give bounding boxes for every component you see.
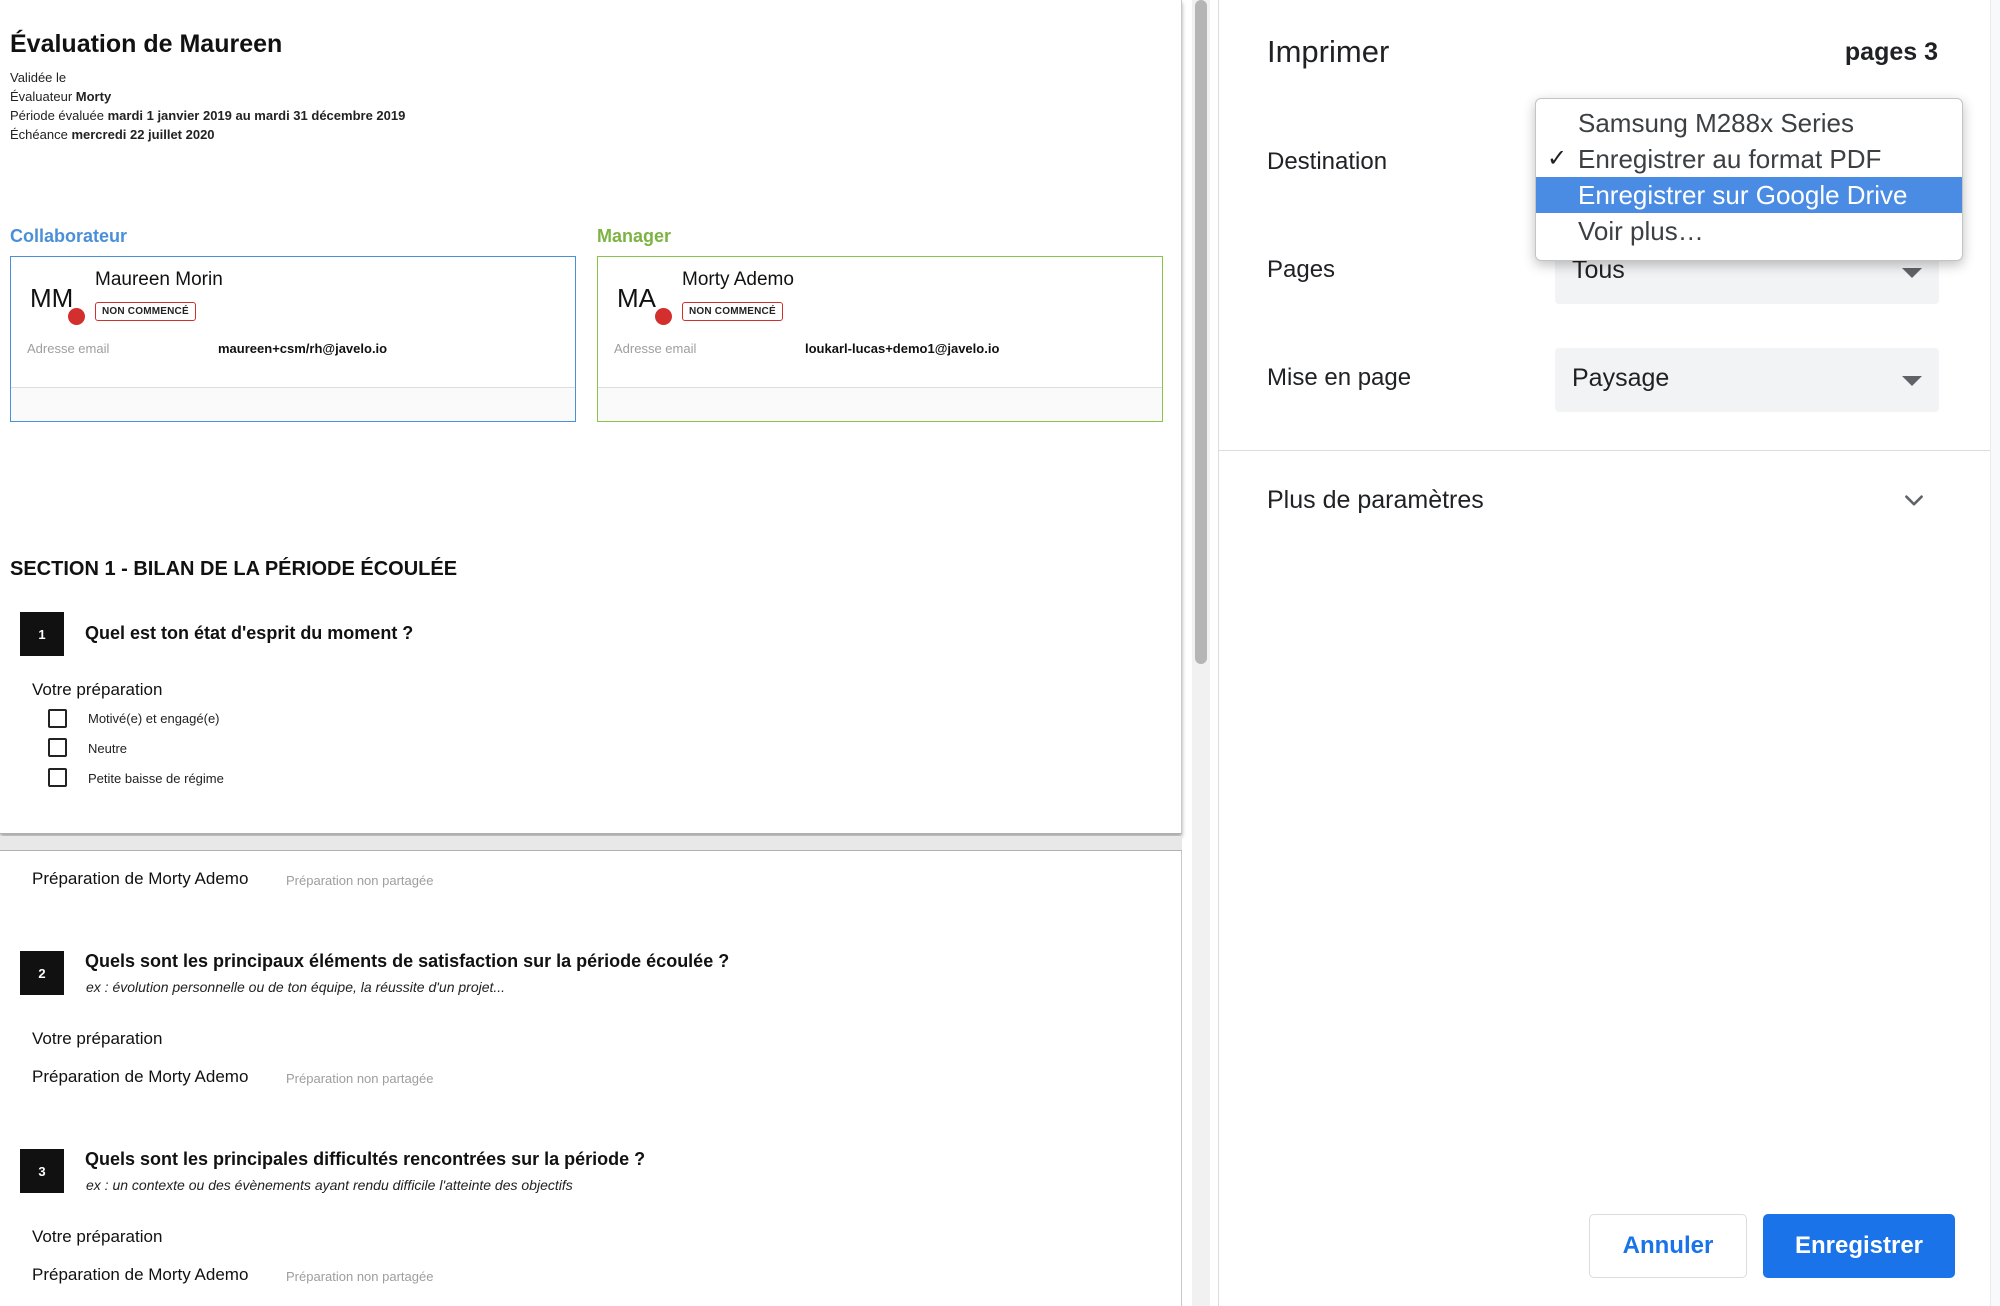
save-button[interactable]: Enregistrer bbox=[1763, 1214, 1955, 1278]
destination-label: Destination bbox=[1267, 148, 1388, 175]
manager-role-label: Manager bbox=[597, 226, 672, 246]
layout-select[interactable]: Paysage bbox=[1555, 348, 1939, 412]
validated-label: Validée le bbox=[10, 70, 67, 85]
manager-status-dot bbox=[655, 308, 672, 325]
deadline-line: Échéance mercredi 22 juillet 2020 bbox=[10, 127, 215, 142]
collaborator-avatar: MM bbox=[30, 283, 74, 313]
destination-option-samsung[interactable]: Samsung M288x Series bbox=[1536, 105, 1962, 141]
option-checkbox[interactable] bbox=[48, 768, 67, 787]
period-value: mardi 1 janvier 2019 au mardi 31 décembr… bbox=[107, 108, 406, 123]
option-label: Neutre bbox=[88, 741, 128, 756]
layout-select-value: Paysage bbox=[1572, 364, 1670, 392]
print-settings-panel: Imprimer pages 3 Destination Pages Tous … bbox=[1218, 0, 2000, 1306]
card-footer bbox=[598, 388, 1162, 421]
question-hint: ex : un contexte ou des évènements ayant… bbox=[86, 1177, 573, 1193]
page-count: pages 3 bbox=[1844, 38, 1938, 66]
period-label: Période évaluée bbox=[10, 108, 104, 123]
manager-preparation-status: Préparation non partagée bbox=[286, 873, 434, 888]
manager-email-label: Adresse email bbox=[614, 341, 697, 356]
deadline-label: Échéance bbox=[10, 127, 68, 142]
destination-option-label: Enregistrer au format PDF bbox=[1578, 144, 1882, 174]
your-preparation-label: Votre préparation bbox=[32, 1227, 163, 1246]
deadline-value: mercredi 22 juillet 2020 bbox=[71, 127, 215, 142]
destination-dropdown[interactable]: Samsung M288x Series ✓ Enregistrer au fo… bbox=[1535, 98, 1963, 261]
manager-name: Morty Ademo bbox=[682, 269, 794, 290]
question-text: Quels sont les principales difficultés r… bbox=[85, 1149, 646, 1169]
collaborator-email-label: Adresse email bbox=[27, 341, 110, 356]
chevron-down-icon[interactable] bbox=[1901, 488, 1927, 514]
panel-divider bbox=[1219, 450, 1990, 451]
option-label: Motivé(e) et engagé(e) bbox=[88, 711, 220, 726]
period-line: Période évaluée mardi 1 janvier 2019 au … bbox=[10, 108, 405, 123]
question-text: Quels sont les principaux éléments de sa… bbox=[85, 951, 730, 971]
document-title: Évaluation de Maureen bbox=[10, 30, 283, 58]
cancel-button[interactable]: Annuler bbox=[1589, 1214, 1747, 1278]
evaluator-line: Évaluateur Morty bbox=[10, 89, 111, 104]
manager-preparation-label: Préparation de Morty Ademo bbox=[32, 1265, 249, 1284]
collaborator-role-label: Collaborateur bbox=[10, 226, 128, 246]
option-checkbox[interactable] bbox=[48, 738, 67, 757]
manager-email: loukarl-lucas+demo1@javelo.io bbox=[805, 341, 1000, 356]
collaborator-card: MM Maureen Morin NON COMMENCÉ Adresse em… bbox=[10, 256, 576, 422]
panel-scroll-edge bbox=[1990, 0, 2000, 1306]
section-title: SECTION 1 - BILAN DE LA PÉRIODE ÉCOULÉE bbox=[10, 558, 458, 580]
question-hint: ex : évolution personnelle ou de ton équ… bbox=[86, 979, 506, 995]
print-preview: Évaluation de Maureen Validée le Évaluat… bbox=[0, 0, 1218, 1306]
preview-page-1: Évaluation de Maureen Validée le Évaluat… bbox=[0, 0, 1182, 834]
manager-preparation-label: Préparation de Morty Ademo bbox=[32, 869, 249, 888]
destination-option-label: Samsung M288x Series bbox=[1578, 108, 1855, 138]
collaborator-email: maureen+csm/rh@javelo.io bbox=[218, 341, 388, 356]
collaborator-name: Maureen Morin bbox=[95, 269, 223, 290]
preview-page-2: Préparation de Morty Ademo Préparation n… bbox=[0, 850, 1182, 1306]
question-text: Quel est ton état d'esprit du moment ? bbox=[85, 623, 414, 643]
question-number: 1 bbox=[20, 612, 64, 656]
destination-option-label: Voir plus… bbox=[1578, 216, 1704, 246]
manager-preparation-status: Préparation non partagée bbox=[286, 1071, 434, 1086]
preview-scrollbar[interactable] bbox=[1192, 0, 1210, 1306]
your-preparation-label: Votre préparation bbox=[32, 680, 163, 699]
manager-preparation-label: Préparation de Morty Ademo bbox=[32, 1067, 249, 1086]
page-separator bbox=[0, 836, 1182, 850]
more-settings-toggle[interactable]: Plus de paramètres bbox=[1267, 486, 1484, 515]
evaluator-value: Morty bbox=[75, 89, 112, 104]
validated-line: Validée le bbox=[10, 70, 66, 85]
evaluator-label: Évaluateur bbox=[10, 89, 73, 104]
manager-avatar: MA bbox=[617, 283, 656, 313]
checkmark-icon: ✓ bbox=[1547, 145, 1568, 172]
destination-option-google-drive[interactable]: Enregistrer sur Google Drive bbox=[1536, 177, 1962, 213]
manager-card: MA Morty Ademo NON COMMENCÉ Adresse emai… bbox=[597, 256, 1163, 422]
option-label: Petite baisse de régime bbox=[88, 771, 224, 786]
collaborator-status-badge: NON COMMENCÉ bbox=[95, 302, 196, 321]
manager-preparation-status: Préparation non partagée bbox=[286, 1269, 434, 1284]
your-preparation-label: Votre préparation bbox=[32, 1029, 163, 1048]
preview-scroll-thumb[interactable] bbox=[1195, 0, 1207, 664]
destination-option-label: Enregistrer sur Google Drive bbox=[1578, 180, 1908, 210]
collaborator-status-dot bbox=[68, 308, 85, 325]
caret-down-icon bbox=[1902, 268, 1922, 278]
option-checkbox[interactable] bbox=[48, 709, 67, 728]
question-number: 3 bbox=[20, 1149, 64, 1193]
card-footer bbox=[11, 388, 575, 421]
manager-status-badge: NON COMMENCÉ bbox=[682, 302, 783, 321]
pages-label: Pages bbox=[1267, 256, 1336, 283]
destination-option-see-more[interactable]: Voir plus… bbox=[1536, 213, 1962, 249]
layout-label: Mise en page bbox=[1267, 364, 1412, 391]
print-title: Imprimer bbox=[1267, 34, 1390, 69]
caret-down-icon bbox=[1902, 376, 1922, 386]
destination-option-pdf[interactable]: ✓ Enregistrer au format PDF bbox=[1536, 141, 1962, 177]
question-number: 2 bbox=[20, 951, 64, 995]
